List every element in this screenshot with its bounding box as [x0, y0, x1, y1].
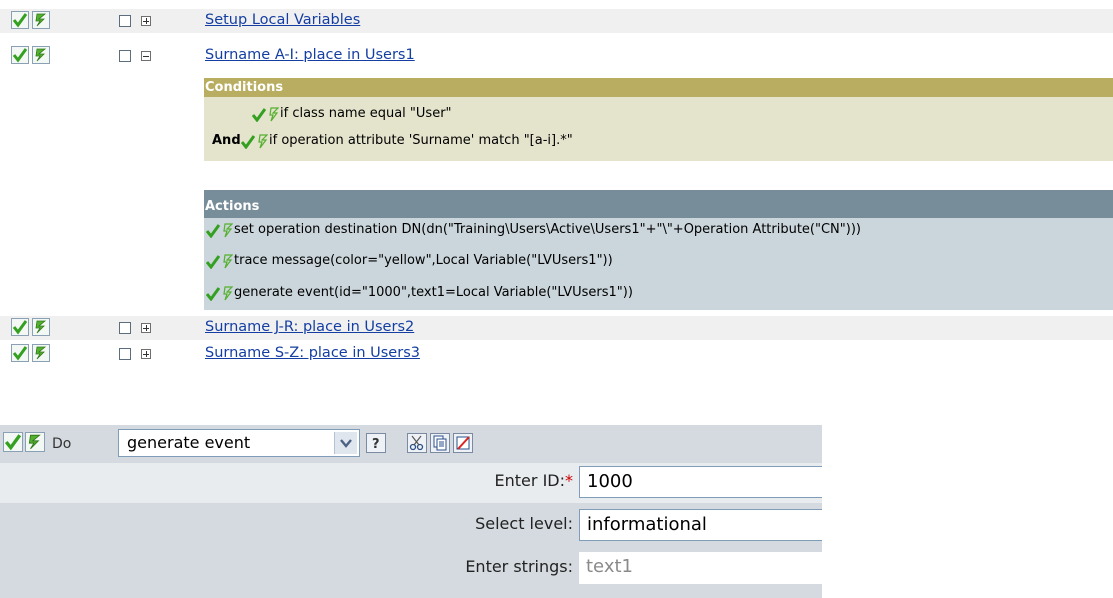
conditions-header: Conditions [204, 78, 1113, 97]
enter-id-input[interactable]: 1000 [579, 466, 822, 498]
action-text: generate event(id="1000",text1=Local Var… [234, 285, 633, 300]
rule-row-setup-local-variables: Setup Local Variables [0, 9, 1113, 33]
rule-link-surname-a-i[interactable]: Surname A-I: place in Users1 [205, 47, 415, 63]
select-level-label: Select level: [475, 514, 573, 533]
condition-text: if class name equal "User" [280, 106, 452, 121]
rule-select-checkbox[interactable] [119, 322, 131, 334]
rule-row-surname-a-i: Surname A-I: place in Users1 [0, 44, 1113, 68]
lightning-bolt-icon[interactable] [32, 318, 50, 336]
rule-row-surname-j-r: Surname J-R: place in Users2 [0, 316, 1113, 340]
check-icon [252, 108, 266, 122]
lightning-bolt-icon[interactable] [32, 344, 50, 362]
check-icon[interactable] [11, 11, 29, 29]
check-icon[interactable] [11, 46, 29, 64]
enter-strings-input[interactable]: text1 [579, 552, 822, 584]
action-select[interactable]: generate event [118, 429, 360, 457]
check-icon [206, 255, 220, 269]
lightning-bolt-icon[interactable] [32, 11, 50, 29]
plus-box-icon[interactable] [141, 323, 151, 333]
rule-link-setup-local-variables[interactable]: Setup Local Variables [205, 12, 360, 28]
plus-box-icon[interactable] [141, 16, 151, 26]
rule-select-checkbox[interactable] [119, 348, 131, 360]
question-mark-icon[interactable]: ? [366, 433, 386, 453]
rule-link-surname-j-r[interactable]: Surname J-R: place in Users2 [205, 319, 414, 335]
actions-panel: set operation destination DN(dn("Trainin… [204, 218, 1113, 310]
chevron-down-icon[interactable] [334, 432, 357, 454]
check-icon[interactable] [11, 318, 29, 336]
lightning-bolt-icon [223, 286, 233, 301]
lightning-bolt-icon [269, 107, 279, 122]
minus-box-icon[interactable] [141, 51, 151, 61]
conditions-panel: if class name equal "User" And if operat… [204, 97, 1113, 161]
delete-icon[interactable] [453, 433, 473, 453]
condition-and-operator: And [212, 133, 241, 148]
enter-strings-label: Enter strings: [465, 557, 573, 576]
action-text: trace message(color="yellow",Local Varia… [234, 253, 613, 268]
check-icon[interactable] [3, 432, 23, 452]
lightning-bolt-icon [258, 134, 268, 149]
actions-header: Actions [204, 190, 1113, 218]
lightning-bolt-icon [223, 254, 233, 269]
condition-text: if operation attribute 'Surname' match "… [269, 133, 573, 148]
check-icon [206, 287, 220, 301]
copy-icon[interactable] [430, 433, 450, 453]
lightning-bolt-icon[interactable] [32, 46, 50, 64]
lightning-bolt-icon[interactable] [25, 432, 45, 452]
rule-link-surname-s-z[interactable]: Surname S-Z: place in Users3 [205, 345, 420, 361]
select-level-input[interactable]: informational [579, 509, 822, 541]
do-label: Do [52, 436, 72, 452]
action-select-value: generate event [127, 433, 251, 452]
check-icon [206, 224, 220, 238]
check-icon[interactable] [11, 344, 29, 362]
rule-select-checkbox[interactable] [119, 15, 131, 27]
enter-id-label: Enter ID:* [494, 471, 573, 490]
rule-row-surname-s-z: Surname S-Z: place in Users3 [0, 342, 1113, 366]
svg-text:?: ? [372, 437, 380, 452]
rule-select-checkbox[interactable] [119, 50, 131, 62]
lightning-bolt-icon [223, 223, 233, 238]
action-text: set operation destination DN(dn("Trainin… [234, 222, 861, 237]
scissors-icon[interactable] [407, 433, 427, 453]
check-icon [241, 135, 255, 149]
plus-box-icon[interactable] [141, 349, 151, 359]
